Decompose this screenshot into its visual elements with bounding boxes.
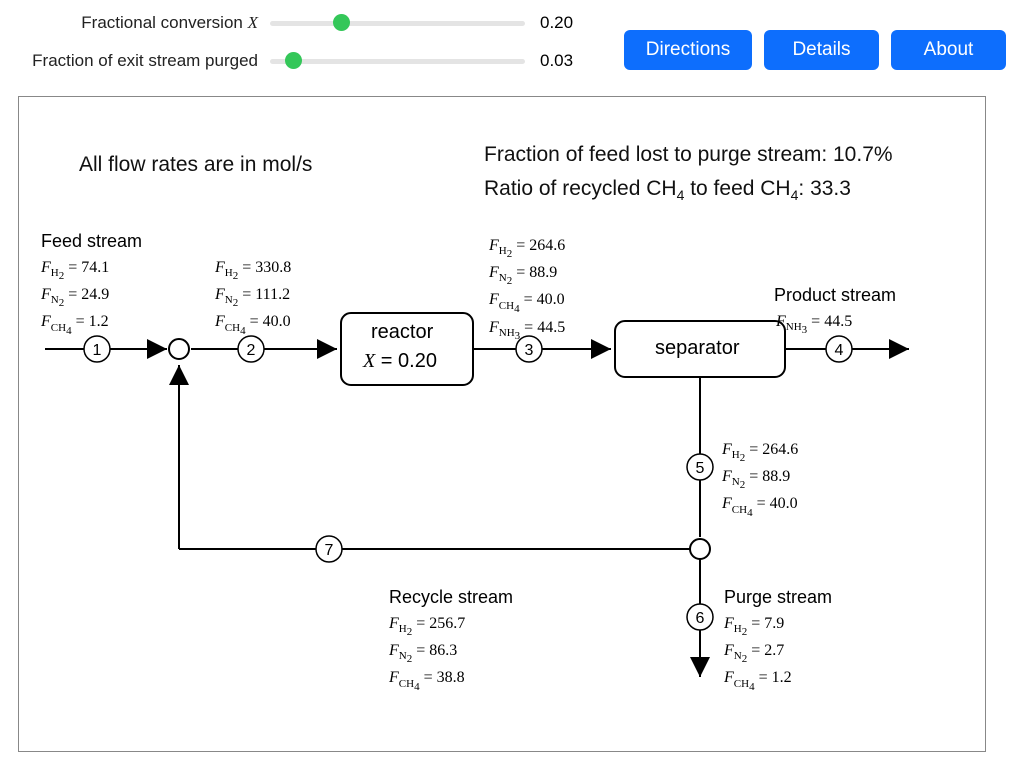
slider-purge-label: Fraction of exit stream purged [0, 51, 270, 71]
reactor-label: reactor [371, 321, 433, 344]
purge-title: Purge stream [724, 587, 832, 608]
reactor-x-sym: X [363, 350, 375, 372]
stream3-values: FH2 = 264.6 FN2 = 88.9 FCH4 = 40.0 FNH3 … [489, 235, 565, 344]
svg-text:2: 2 [247, 342, 256, 359]
svg-text:4: 4 [835, 342, 844, 359]
controls-panel: Fractional conversion X 0.20 Fraction of… [0, 0, 1024, 90]
slider-track [270, 59, 525, 64]
stream7-values: FH2 = 256.7 FN2 = 86.3 FCH4 = 38.8 [389, 613, 465, 695]
svg-text:7: 7 [325, 542, 334, 559]
reactor-x: X = 0.20 [363, 350, 437, 373]
slider-conversion-label-sym: X [248, 13, 258, 32]
svg-text:1: 1 [93, 342, 102, 359]
slider-thumb[interactable] [285, 52, 302, 69]
directions-button[interactable]: Directions [624, 30, 752, 70]
slider-track [270, 21, 525, 26]
button-row: Directions Details About [624, 30, 1006, 70]
stream1-values: FH2 = 74.1 FN2 = 24.9 FCH4 = 1.2 [41, 257, 109, 339]
slider-thumb[interactable] [333, 14, 350, 31]
slider-purge-value: 0.03 [525, 51, 580, 71]
separator-label: separator [655, 337, 740, 360]
svg-text:3: 3 [525, 342, 534, 359]
recycle-title: Recycle stream [389, 587, 513, 608]
stream2-values: FH2 = 330.8 FN2 = 111.2 FCH4 = 40.0 [215, 257, 291, 339]
process-diagram: All flow rates are in mol/s Fraction of … [18, 96, 986, 752]
details-button[interactable]: Details [764, 30, 879, 70]
flow-svg: 1 2 3 4 5 6 7 [19, 97, 986, 752]
about-button[interactable]: About [891, 30, 1006, 70]
svg-text:5: 5 [696, 460, 705, 477]
stream6-values: FH2 = 7.9 FN2 = 2.7 FCH4 = 1.2 [724, 613, 792, 695]
slider-purge[interactable] [270, 51, 525, 71]
slider-conversion-label: Fractional conversion X [0, 13, 270, 33]
stream5-values: FH2 = 264.6 FN2 = 88.9 FCH4 = 40.0 [722, 439, 798, 521]
svg-text:6: 6 [696, 610, 705, 627]
slider-conversion-label-text: Fractional conversion [81, 13, 247, 32]
slider-conversion-value: 0.20 [525, 13, 580, 33]
product-title: Product stream [774, 285, 896, 306]
reactor-x-val: = 0.20 [375, 350, 437, 372]
slider-conversion[interactable] [270, 13, 525, 33]
stream4-values: FNH3 = 44.5 [776, 311, 852, 338]
feed-title: Feed stream [41, 231, 142, 252]
